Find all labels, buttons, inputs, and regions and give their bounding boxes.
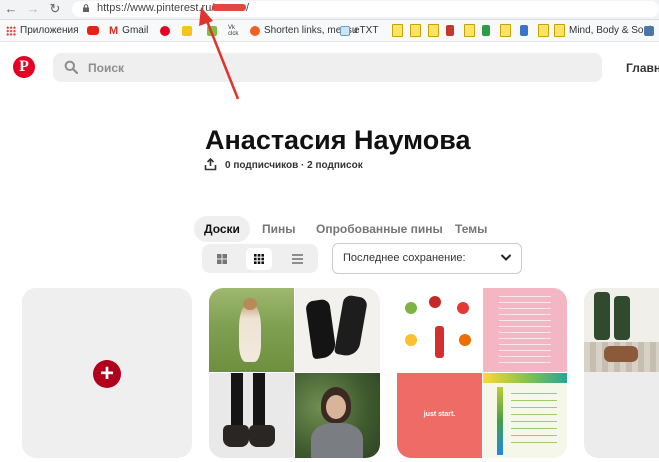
board-image-pink-list: [483, 288, 567, 372]
bookmark-label: Mind, Body & Soul: [569, 25, 652, 36]
red-book-icon: [446, 25, 454, 36]
bookmark-folder-3[interactable]: [428, 24, 439, 37]
tab-pins[interactable]: Пины: [252, 216, 306, 242]
gmail-icon: M: [109, 24, 119, 37]
search-input[interactable]: [53, 53, 602, 82]
apps-grid-icon: [6, 25, 16, 36]
folder-icon: [538, 24, 549, 37]
view-list-button[interactable]: [284, 248, 310, 270]
bookmarks-bar: Приложения M Gmail Vk clck Shorten links,…: [0, 20, 659, 42]
view-compact-grid-button[interactable]: [246, 248, 272, 270]
bookmark-youtube[interactable]: [87, 24, 103, 37]
board-card-infographics[interactable]: just start.: [397, 288, 567, 458]
large-grid-icon: [217, 254, 227, 264]
forward-arrow-icon[interactable]: →: [26, 2, 40, 16]
url-text: https://www.pinterest.ru/: [97, 2, 215, 14]
reload-icon[interactable]: ↻: [48, 2, 62, 16]
compact-grid-icon: [254, 254, 264, 264]
etxt-icon: [340, 25, 350, 36]
bookmark-folder-2[interactable]: [410, 24, 421, 37]
tab-boards[interactable]: Доски: [194, 216, 250, 242]
bookmark-folder-1[interactable]: [392, 24, 403, 37]
bookmark-label: Приложения: [20, 25, 79, 36]
chevron-down-icon: [500, 254, 512, 261]
pinterest-logo-icon[interactable]: P: [13, 56, 35, 78]
bookmark-pinterest[interactable]: [160, 24, 174, 37]
infographic-caption: just start.: [423, 411, 456, 418]
vk-icon: [644, 25, 654, 36]
bookmark-evernote[interactable]: [207, 24, 221, 37]
evernote-icon: [207, 25, 217, 36]
bookmark-mind-body-soul[interactable]: Mind, Body & Soul: [554, 24, 651, 37]
youtube-icon: [87, 26, 99, 35]
bookmark-blue[interactable]: [520, 24, 532, 37]
bookmark-vk[interactable]: [644, 24, 658, 37]
sort-dropdown-value: Последнее сохранение:: [343, 252, 466, 264]
tab-tried-pins[interactable]: Опробованные пины: [306, 216, 453, 242]
bookmark-label: Gmail: [122, 25, 149, 36]
bookmark-folder-5[interactable]: [500, 24, 511, 37]
board-image-legs: [209, 373, 294, 458]
folder-icon: [428, 24, 439, 37]
back-arrow-icon[interactable]: ←: [4, 2, 18, 16]
bookmark-yandex[interactable]: [182, 24, 196, 37]
nav-home-link[interactable]: Главна: [626, 61, 659, 75]
bookmark-folder-4[interactable]: [464, 24, 475, 37]
folder-icon: [554, 24, 565, 37]
tab-topics[interactable]: Темы: [445, 216, 497, 242]
board-image-just-start: just start.: [397, 373, 482, 458]
lock-icon: [83, 4, 89, 12]
search-placeholder: Поиск: [88, 61, 125, 75]
board-image-boots: [295, 288, 380, 372]
plus-icon[interactable]: +: [93, 360, 121, 388]
folder-icon: [392, 24, 403, 37]
bookmark-apps[interactable]: Приложения: [6, 24, 79, 37]
bookmark-folder-6[interactable]: [538, 24, 549, 37]
board-image-green-infographic: [483, 373, 567, 458]
vk-clck-icon: Vk clck: [228, 24, 239, 37]
bookmark-clck[interactable]: Vk clck: [228, 24, 242, 37]
green-book-icon: [482, 25, 490, 36]
view-large-grid-button[interactable]: [209, 248, 235, 270]
bookmark-green[interactable]: [482, 24, 494, 37]
board-image-rain-boots: [584, 288, 659, 372]
blue-book-icon: [520, 25, 528, 36]
bookmark-red[interactable]: [446, 24, 458, 37]
board-image-meadow: [209, 288, 294, 372]
folder-icon: [500, 24, 511, 37]
url-redaction-scribble: [212, 4, 246, 11]
profile-name: Анастасия Наумова: [205, 125, 471, 155]
board-card-fashion[interactable]: [209, 288, 380, 458]
folder-icon: [464, 24, 475, 37]
bookmark-label: eTXT: [354, 25, 379, 36]
board-image-portrait: [295, 373, 380, 458]
folder-icon: [410, 24, 421, 37]
board-card-rain-boots[interactable]: [584, 288, 659, 458]
board-image-fruit-chart: [397, 288, 482, 372]
search-icon: [64, 60, 78, 74]
followers-count[interactable]: 0 подписчиков · 2 подписок: [225, 160, 363, 171]
yandex-icon: [182, 25, 192, 36]
bookmark-etxt[interactable]: eTXT: [340, 24, 378, 37]
bitly-icon: [250, 25, 260, 36]
list-icon: [292, 254, 303, 264]
bookmark-gmail[interactable]: M Gmail: [109, 24, 148, 37]
share-icon[interactable]: [204, 158, 217, 171]
url-tail: /: [246, 2, 250, 14]
pinterest-icon: [160, 25, 170, 36]
